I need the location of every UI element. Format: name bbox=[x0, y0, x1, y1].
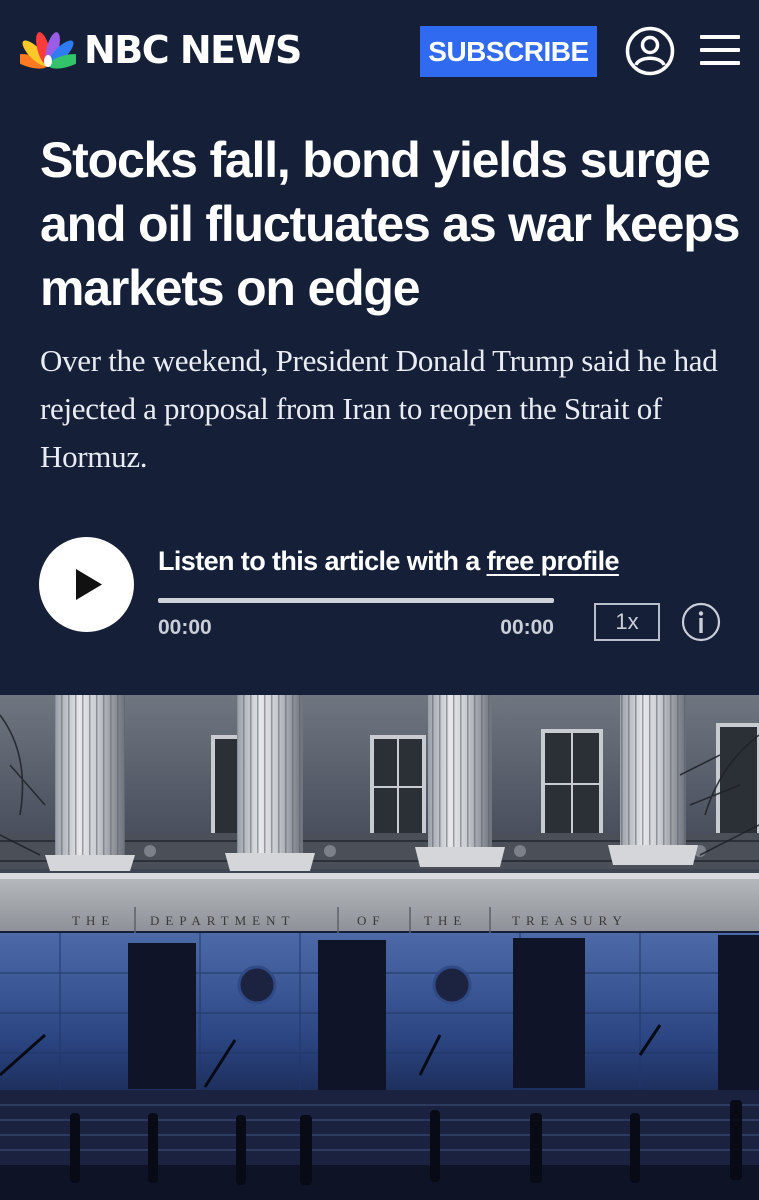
listen-prompt: Listen to this article with a free profi… bbox=[158, 543, 620, 579]
inscription-word: DEPARTMENT bbox=[150, 913, 295, 928]
user-account-icon bbox=[625, 26, 675, 76]
subscribe-button[interactable]: SUBSCRIBE bbox=[420, 26, 597, 77]
listen-prompt-text: Listen to this article with a bbox=[158, 546, 487, 576]
current-time: 00:00 bbox=[158, 616, 212, 639]
play-button[interactable] bbox=[39, 537, 134, 632]
menu-button[interactable] bbox=[700, 33, 742, 69]
nbc-news-logo[interactable]: NBC NEWS bbox=[20, 28, 302, 72]
inscription-word: TREASURY bbox=[512, 913, 628, 928]
free-profile-link[interactable]: free profile bbox=[487, 546, 620, 576]
site-header: NBC NEWS SUBSCRIBE bbox=[0, 0, 759, 108]
brand-name: NBC NEWS bbox=[84, 28, 302, 72]
peacock-icon bbox=[20, 32, 76, 69]
article-dek: Over the weekend, President Donald Trump… bbox=[40, 343, 718, 474]
hamburger-line bbox=[700, 48, 740, 52]
hero-image: THE DEPARTMENT OF THE TREASURY bbox=[0, 695, 759, 1200]
hamburger-menu-icon bbox=[700, 35, 740, 39]
treasury-building-photo: THE DEPARTMENT OF THE TREASURY bbox=[0, 695, 759, 1200]
total-time: 00:00 bbox=[500, 616, 554, 639]
article-headline: Stocks fall, bond yields surge and oil f… bbox=[40, 132, 740, 316]
inscription-word: THE bbox=[72, 913, 115, 928]
play-icon bbox=[76, 569, 102, 600]
article-page: NBC NEWS SUBSCRIBE Stocks fall, bond yie… bbox=[0, 0, 759, 1200]
playback-speed-button[interactable]: 1x bbox=[594, 603, 660, 641]
inscription-word: OF bbox=[357, 913, 386, 928]
account-button[interactable] bbox=[625, 26, 675, 76]
inscription-word: THE bbox=[424, 913, 467, 928]
hamburger-line bbox=[700, 61, 740, 65]
info-button[interactable] bbox=[681, 602, 721, 642]
info-icon bbox=[681, 602, 721, 642]
audio-progress-bar[interactable] bbox=[158, 598, 554, 603]
